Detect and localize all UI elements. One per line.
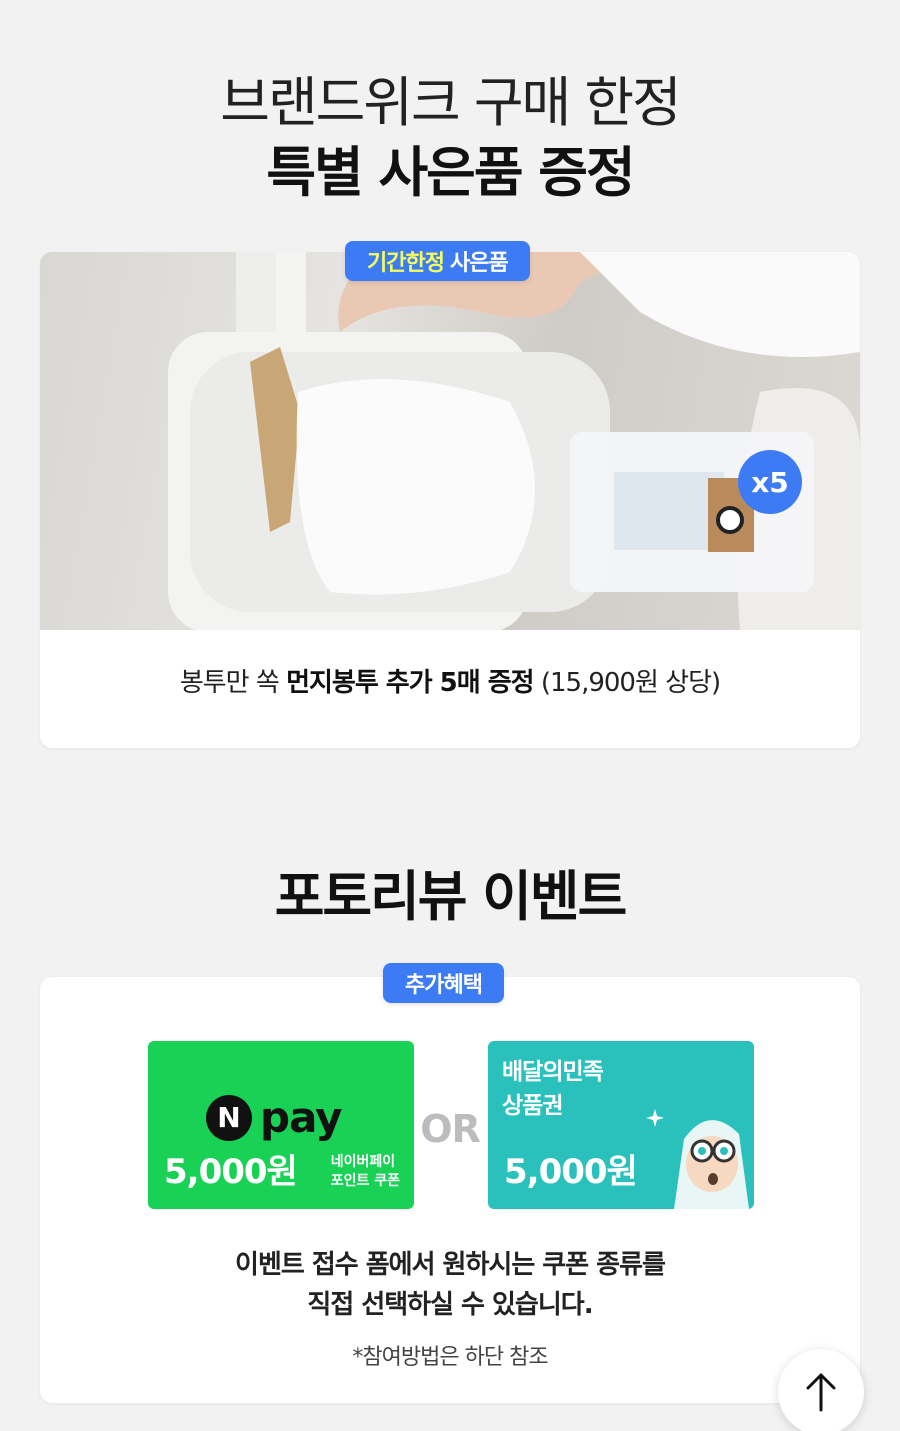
baemin-title: 배달의민족 상품권 [502,1055,604,1123]
limited-gift-badge: 기간한정 사은품 [345,241,530,281]
limited-gift-badge-highlight: 기간한정 [367,251,445,276]
npay-logo-text: pay [260,1093,342,1142]
npay-desc-line1: 네이버페이 [330,1154,396,1170]
or-label: OR [420,1107,481,1151]
gift-card: x5 봉투만 쏙 먼지봉투 추가 5매 증정 (15,900원 상당) [40,252,860,748]
review-desc-line1: 이벤트 접수 폼에서 원하시는 쿠폰 종류를 [235,1250,666,1280]
npay-logo: N pay [206,1093,342,1142]
arrow-up-icon [806,1373,836,1412]
heading-line2: 특별 사은품 증정 [266,141,635,204]
baemin-title-line1: 배달의민족 [502,1059,604,1085]
limited-gift-badge-text: 사은품 [449,251,509,276]
npay-coupon: N pay 5,000원 네이버페이 포인트 쿠폰 [148,1041,414,1209]
npay-desc-line2: 포인트 쿠폰 [330,1173,400,1189]
sparkle-icon [646,1109,664,1127]
gift-caption: 봉투만 쏙 먼지봉투 추가 5매 증정 (15,900원 상당) [40,662,860,699]
participation-note: *참여방법은 하단 참조 [352,1345,548,1370]
baemin-title-line2: 상품권 [502,1093,563,1119]
extra-benefit-badge: 추가혜택 [383,963,504,1003]
review-desc-line2: 직접 선택하실 수 있습니다. [307,1290,593,1320]
baemin-character-icon [674,1120,749,1209]
quantity-badge: x5 [738,450,802,514]
npay-n-icon: N [206,1094,252,1141]
dust-bag-product-photo: x5 [40,252,860,630]
baemin-amount: 5,000원 [504,1152,638,1192]
gift-caption-prefix: 봉투만 쏙 [179,668,287,698]
gift-caption-bold: 먼지봉투 추가 5매 증정 [286,668,535,698]
npay-amount: 5,000원 [164,1152,298,1192]
photo-review-card: N pay 5,000원 네이버페이 포인트 쿠폰 OR 배달의민족 상품권 5… [40,977,860,1403]
baemin-coupon: 배달의민족 상품권 5,000원 [488,1041,754,1209]
npay-description: 네이버페이 포인트 쿠폰 [331,1153,400,1191]
heading-line1: 브랜드위크 구매 한정 [220,71,681,134]
scroll-to-top-button[interactable] [778,1349,864,1431]
review-description: 이벤트 접수 폼에서 원하시는 쿠폰 종류를 직접 선택하실 수 있습니다. [40,1245,860,1325]
photo-review-title: 포토리뷰 이벤트 [274,865,628,928]
gift-caption-suffix: (15,900원 상당) [533,668,721,698]
quantity-badge-text: x5 [751,465,789,499]
extra-benefit-badge-text: 추가혜택 [405,973,483,998]
